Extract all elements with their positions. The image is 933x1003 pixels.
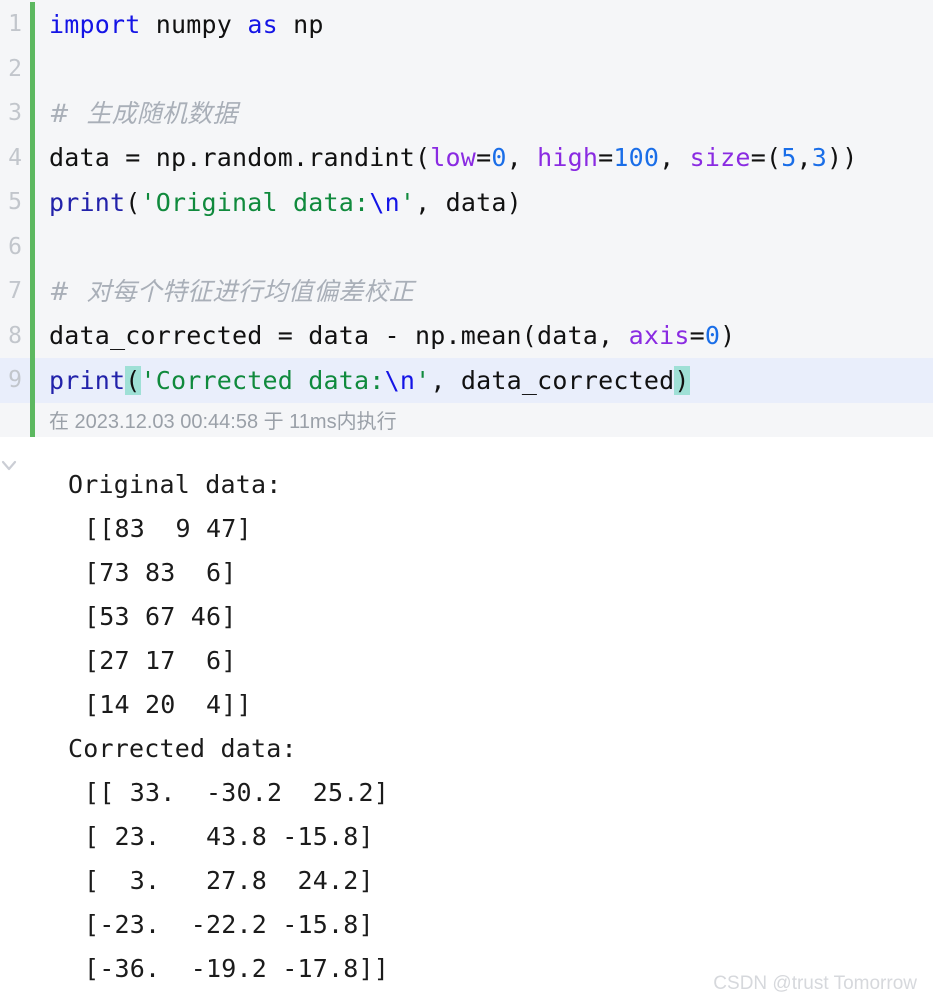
- output-area: Original data: [[83 9 47] [73 83 6] [53 67 …: [0, 436, 933, 991]
- line-number: 2: [8, 55, 22, 82]
- code-token: data_corrected = data - np.mean(data,: [49, 321, 629, 351]
- execution-accent-bar: [30, 224, 35, 269]
- code-token: 100: [613, 143, 660, 173]
- code-token: , data): [415, 187, 522, 217]
- output-line: [14 20 4]]: [84, 690, 252, 719]
- code-token: print: [49, 187, 126, 217]
- line-number: 3: [8, 100, 22, 127]
- code-token: =: [689, 321, 705, 351]
- code-token: \n: [384, 365, 416, 395]
- code-token: as: [247, 9, 278, 39]
- output-line: [ 23. 43.8 -15.8]: [84, 822, 374, 851]
- code-token: ,: [796, 143, 812, 173]
- code-token: high: [537, 143, 599, 173]
- code-token: size: [689, 143, 751, 173]
- code-line[interactable]: 7 # 对每个特征进行均值偏差校正: [0, 269, 933, 314]
- code-token: =(: [750, 143, 782, 173]
- watermark: CSDN @trust Tomorrow: [713, 973, 917, 994]
- code-token: data = np.random.randint(: [49, 143, 431, 173]
- code-line-text[interactable]: print('Corrected data:\n', data_correcte…: [35, 365, 690, 395]
- code-line[interactable]: 4 data = np.random.randint(low=0, high=10…: [0, 135, 933, 180]
- output-line: [53 67 46]: [84, 602, 237, 631]
- code-token: 'Corrected data:: [140, 365, 385, 395]
- output-line: [-23. -22.2 -15.8]: [84, 910, 374, 939]
- code-token: numpy: [155, 9, 233, 39]
- code-token: ,: [506, 143, 538, 173]
- line-number: 6: [8, 233, 22, 260]
- code-line-text[interactable]: # 对每个特征进行均值偏差校正: [35, 279, 414, 304]
- code-token: axis: [628, 321, 690, 351]
- code-line[interactable]: 8 data_corrected = data - np.mean(data, a…: [0, 313, 933, 358]
- code-token: =: [476, 143, 492, 173]
- line-number: 9: [8, 367, 22, 394]
- line-number: 4: [8, 144, 22, 171]
- code-token: ,: [659, 143, 690, 173]
- code-line[interactable]: 6: [0, 224, 933, 269]
- output-line: [ 3. 27.8 24.2]: [84, 866, 374, 895]
- code-line[interactable]: 5 print('Original data:\n', data): [0, 180, 933, 225]
- output-line: [73 83 6]: [84, 558, 237, 587]
- code-token: , data_corrected: [430, 365, 675, 395]
- code-token: ): [720, 321, 736, 351]
- code-token: # 对每个特征进行均值偏差校正: [49, 276, 415, 306]
- code-token: 3: [811, 143, 827, 173]
- code-line[interactable]: 2: [0, 46, 933, 91]
- code-line-text[interactable]: data_corrected = data - np.mean(data, ax…: [35, 323, 735, 348]
- output-line: Original data:: [68, 470, 282, 499]
- chevron-down-icon[interactable]: [0, 457, 18, 475]
- line-number: 5: [8, 189, 22, 216]
- output-line: [[83 9 47]: [84, 514, 252, 543]
- code-token: ': [415, 365, 431, 395]
- code-token: \n: [369, 187, 400, 217]
- code-token: )): [827, 143, 858, 173]
- line-number: 1: [8, 11, 22, 38]
- code-line[interactable]: 9 print('Corrected data:\n', data_correct…: [0, 358, 933, 403]
- code-line-text[interactable]: # 生成随机数据: [35, 101, 238, 126]
- code-line[interactable]: 1 import numpy as np: [0, 2, 933, 47]
- code-token: 5: [781, 143, 797, 173]
- code-line-text[interactable]: data = np.random.randint(low=0, high=100…: [35, 145, 858, 170]
- code-line-text[interactable]: import numpy as np: [35, 12, 324, 37]
- code-line-text[interactable]: print('Original data:\n', data): [35, 190, 522, 215]
- code-token: # 生成随机数据: [49, 98, 238, 128]
- code-token: =: [598, 143, 614, 173]
- execution-status-text: 在 2023.12.03 00:44:58 于 11ms内执行: [49, 411, 397, 433]
- code-token: np: [293, 9, 324, 39]
- line-number: 7: [8, 278, 22, 305]
- line-number: 8: [8, 322, 22, 349]
- code-token: 0: [491, 143, 507, 173]
- code-token: (: [125, 187, 141, 217]
- code-token: 'Original data:: [140, 187, 370, 217]
- output-line: [[ 33. -30.2 25.2]: [84, 778, 390, 807]
- bracket-match-token: (: [125, 365, 141, 395]
- code-token: print: [49, 365, 126, 395]
- code-line[interactable]: 3 # 生成随机数据: [0, 91, 933, 136]
- bracket-match-token: ): [674, 365, 690, 395]
- code-cell[interactable]: 1 import numpy as np 2 3 # 生成随机数据 4 data = np.…: [0, 0, 933, 403]
- code-token: ': [399, 187, 416, 217]
- execution-status-row: 在 2023.12.03 00:44:58 于 11ms内执行: [0, 402, 933, 437]
- code-token: import: [49, 9, 141, 39]
- output-line: Corrected data:: [68, 734, 297, 763]
- execution-accent-bar: [30, 46, 35, 91]
- output-line: [27 17 6]: [84, 646, 237, 675]
- code-token: low: [430, 143, 477, 173]
- code-token: 0: [704, 321, 721, 351]
